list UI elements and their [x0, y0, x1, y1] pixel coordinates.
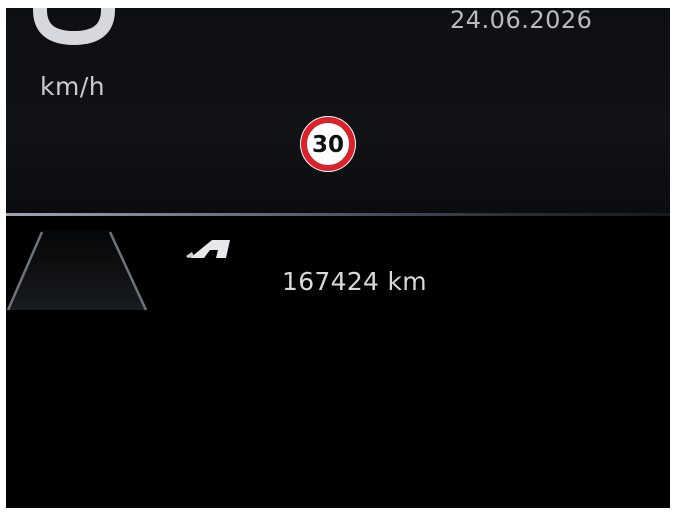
- speed-limit-value: 30: [312, 132, 344, 158]
- panel-divider: [6, 213, 670, 216]
- speed-unit-label: km/h: [40, 72, 106, 101]
- lane-assist-lanes-icon: [6, 230, 148, 311]
- speed-limit-sign-icon: 30: [300, 116, 356, 172]
- date-display: 24.06.2026: [450, 8, 593, 34]
- speed-digit-zero: [33, 8, 115, 46]
- road-assist-icon: [186, 240, 230, 258]
- odometer-reading: 167424 km: [282, 267, 427, 296]
- top-panel: km/h 24.06.2026 30: [6, 8, 670, 215]
- instrument-cluster-display: km/h 24.06.2026 30 167424 km: [6, 8, 670, 508]
